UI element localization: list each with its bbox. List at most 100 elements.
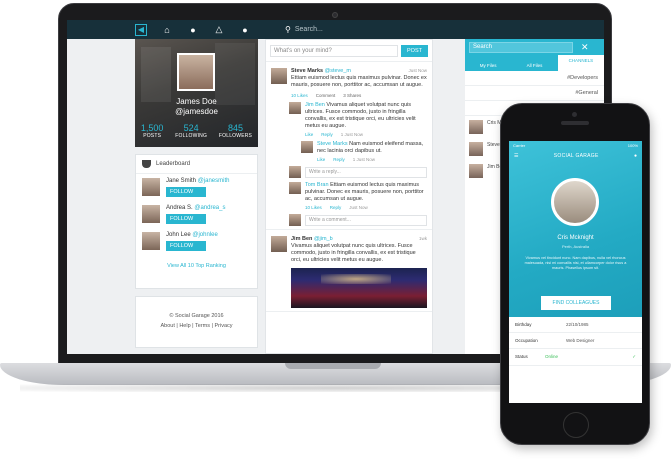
leader-handle[interactable]: @janesmith	[198, 178, 230, 184]
reply-link[interactable]: Reply	[321, 132, 333, 137]
home-icon[interactable]: ⌂	[161, 25, 173, 35]
avatar[interactable]	[271, 68, 287, 84]
post-author[interactable]: Steve Marks	[291, 68, 323, 74]
post-image[interactable]	[291, 268, 427, 308]
comment-input[interactable]: Write a comment...	[305, 214, 427, 226]
channel-item[interactable]: #Developers	[465, 71, 604, 86]
hamburger-icon[interactable]: ☰	[514, 153, 518, 159]
avatar[interactable]	[142, 205, 160, 223]
follow-button[interactable]: FOLLOW	[166, 187, 206, 197]
post-time: 1wk	[418, 236, 427, 241]
stat-following[interactable]: 524 FOLLOWING	[175, 123, 207, 139]
profile-name: Cris Mcknight	[557, 235, 594, 241]
detail-row: Status Online ✓	[509, 349, 642, 366]
post-author[interactable]: Jim Ben	[291, 236, 312, 242]
chat-search-input[interactable]: Search	[469, 41, 573, 53]
detail-value: 22/10/1985	[566, 322, 589, 327]
leaderboard-panel: Leaderboard Jane Smith @janesmith FOLLOW…	[135, 154, 258, 289]
stat-followers[interactable]: 845 FOLLOWERS	[219, 123, 252, 139]
reply-author[interactable]: Tom Bran	[305, 182, 329, 188]
chat-bubble-icon[interactable]: ●	[239, 25, 251, 35]
leader-handle[interactable]: @johnlee	[192, 232, 217, 238]
tab-channels[interactable]: CHANNELS	[557, 55, 604, 71]
leader-name: John Lee	[166, 232, 191, 238]
avatar	[551, 178, 599, 226]
avatar[interactable]	[301, 141, 313, 153]
avatar	[469, 164, 483, 178]
avatar[interactable]	[177, 53, 215, 91]
profile-handle: @jamesdoe	[175, 107, 218, 116]
feed-post: 1wk Jim Ben @jim_b Vivamus aliquet volut…	[266, 230, 432, 312]
find-colleagues-button[interactable]: FIND COLLEAGUES	[541, 296, 611, 310]
reply-link[interactable]: Reply	[333, 157, 345, 162]
app-logo-icon[interactable]: ◀	[135, 23, 147, 36]
comment-button[interactable]: Comment	[316, 93, 336, 98]
search-icon: ⚲	[285, 25, 291, 34]
phone-speaker	[561, 121, 589, 125]
view-all-link[interactable]: View All 10 Top Ranking	[136, 263, 257, 269]
check-icon: ✓	[632, 354, 636, 359]
shares-count[interactable]: 3 Shares	[343, 93, 361, 98]
reply-input[interactable]: Write a reply...	[305, 166, 427, 178]
reply: Jim Ben Vivamus aliquet volutpat nunc qu…	[289, 102, 427, 137]
detail-row: Birthday 22/10/1985	[509, 317, 642, 333]
stat-number: 524	[183, 123, 199, 133]
reply-author[interactable]: Steve Marks	[317, 141, 348, 147]
post-handle[interactable]: @steve_m	[325, 68, 351, 74]
close-icon[interactable]: ✕	[581, 42, 589, 53]
leaderboard-item: Andrea S. @andrea_s FOLLOW	[136, 201, 257, 228]
follow-button[interactable]: FOLLOW	[166, 241, 206, 251]
phone-camera	[572, 112, 577, 117]
avatar[interactable]	[289, 102, 301, 114]
like-link[interactable]: Like	[317, 157, 325, 162]
feed-post: Just Now Steve Marks @steve_m Ettiam eui…	[266, 62, 432, 230]
avatar[interactable]	[271, 236, 287, 252]
top-navbar: ◀ ⌂ ● △ ● ⚲ Search...	[67, 20, 604, 39]
chat-bubble-icon[interactable]: ●	[634, 153, 637, 159]
leader-name: Andrea S.	[166, 205, 193, 211]
profile-hero: Carrier 100% ☰ SOCIAL GARAGE ●	[509, 141, 642, 317]
stat-posts[interactable]: 1,500 POSTS	[141, 123, 164, 139]
stat-label: FOLLOWING	[175, 133, 208, 139]
likes-count[interactable]: 10 Likes	[305, 205, 322, 210]
detail-label: Birthday	[515, 322, 532, 327]
reply-time: Just Now	[349, 205, 368, 210]
reply-author[interactable]: Jim Ben	[305, 102, 325, 108]
home-button[interactable]	[563, 412, 589, 438]
reply-link[interactable]: Reply	[330, 205, 342, 210]
profile-location: Perth, Australia	[561, 244, 590, 249]
channel-item[interactable]: #General	[465, 86, 604, 101]
avatar[interactable]	[142, 232, 160, 250]
chat-tabs: My Files All Files CHANNELS	[465, 55, 604, 71]
follow-button[interactable]: FOLLOW	[166, 214, 206, 224]
leaderboard-header: Leaderboard	[136, 155, 257, 174]
tab-all-files[interactable]: All Files	[511, 55, 557, 71]
reply-time: 1 Just Now	[352, 157, 376, 162]
profile-stats: 1,500 POSTS 524 FOLLOWING 845 FOLLOWERS	[135, 123, 258, 139]
marketing-mockup: ◀ ⌂ ● △ ● ⚲ Search... James Doe @jamesdo…	[0, 0, 671, 459]
avatar[interactable]	[289, 182, 301, 194]
nav-search[interactable]: ⚲ Search...	[285, 25, 323, 34]
avatar	[469, 120, 483, 134]
leaderboard-item: Jane Smith @janesmith FOLLOW	[136, 174, 257, 201]
footer-links[interactable]: About | Help | Terms | Privacy	[136, 321, 257, 331]
detail-label: Status	[515, 354, 528, 359]
post-handle[interactable]: @jim_b	[314, 236, 333, 242]
battery: 100%	[627, 143, 638, 148]
leader-handle[interactable]: @andrea_s	[194, 205, 225, 211]
leader-name: Jane Smith	[166, 178, 197, 184]
avatar[interactable]	[142, 178, 160, 196]
nav-search-input[interactable]: Search...	[295, 26, 323, 33]
like-link[interactable]: Like	[305, 132, 313, 137]
user-icon[interactable]: ●	[187, 25, 199, 35]
tab-my-files[interactable]: My Files	[465, 55, 511, 71]
likes-count[interactable]: 10 Likes	[291, 93, 308, 98]
footer: © Social Garage 2016 About | Help | Term…	[135, 296, 258, 348]
bell-icon[interactable]: △	[213, 24, 225, 35]
detail-label: Occupation	[515, 338, 538, 343]
laptop-camera	[332, 12, 338, 18]
post-button[interactable]: POST	[401, 45, 428, 57]
news-feed: What's on your mind? POST Just Now Steve…	[265, 39, 433, 354]
copyright: © Social Garage 2016	[169, 313, 224, 319]
composer-input[interactable]: What's on your mind?	[270, 45, 399, 57]
